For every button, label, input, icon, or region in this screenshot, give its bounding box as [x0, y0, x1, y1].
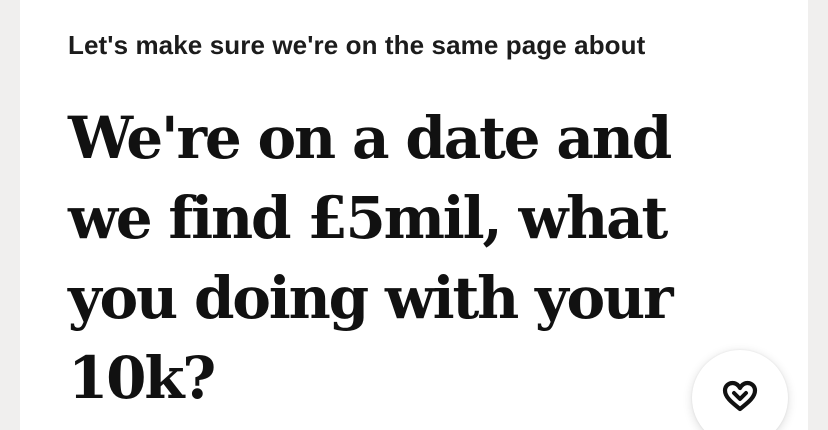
- prompt-answer: We're on a date and we find £5mil, what …: [68, 104, 674, 412]
- prompt-card: Let's make sure we're on the same page a…: [20, 0, 808, 430]
- heart-icon: [722, 380, 758, 412]
- prompt-label: Let's make sure we're on the same page a…: [68, 30, 646, 60]
- like-button[interactable]: [692, 350, 788, 430]
